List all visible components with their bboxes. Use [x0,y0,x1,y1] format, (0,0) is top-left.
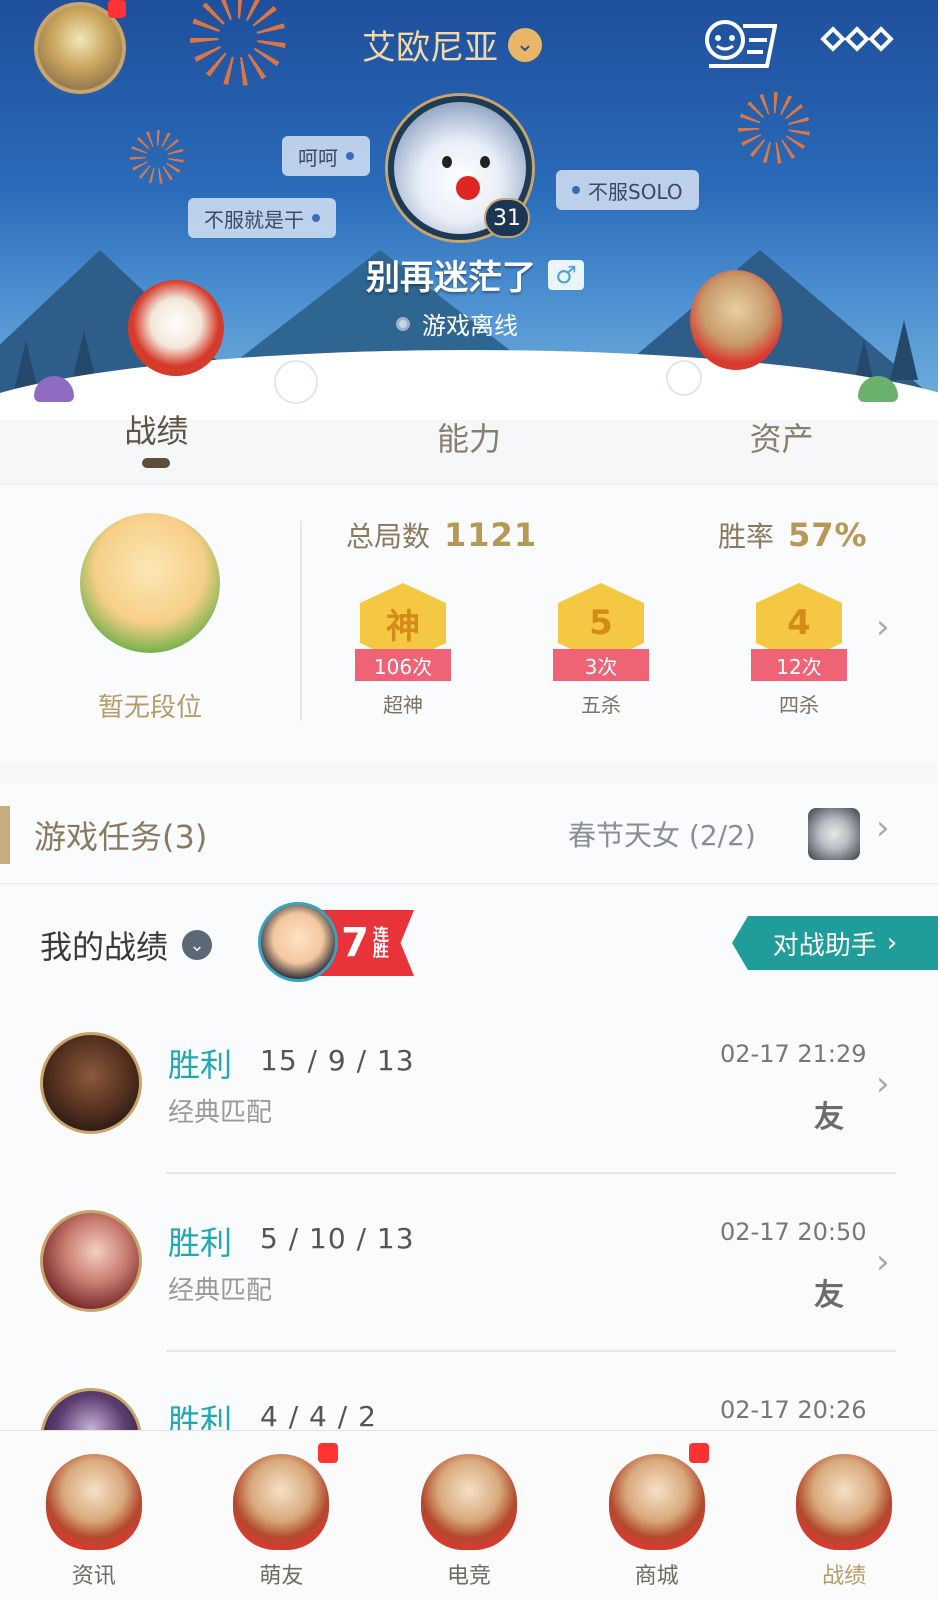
win-rate: 胜率 57% [718,516,868,554]
stats-card: 暂无段位 总局数 1121 胜率 57% 神 106次 超神 5 3次 五杀 4… [0,484,938,764]
quest-row[interactable]: 游戏任务(3) 春节天女 (2/2) › [0,784,938,884]
username: 别再迷茫了 ♂ [366,250,584,299]
bottom-nav: 资讯 萌友 电竞 商城 战绩 [0,1430,938,1600]
tab-ability[interactable]: 能力 [313,392,626,482]
badge-legendary: 神 106次 超神 [338,583,468,718]
champion-avatar [40,1388,142,1430]
online-status: 游戏离线 [396,306,518,341]
rank-emblem-icon [80,513,220,653]
badge-quadrakill: 4 12次 四杀 [734,583,864,718]
champion-face-icon [258,902,338,982]
server-selector[interactable]: 艾欧尼亚 ⌄ [362,20,542,69]
match-row[interactable]: 胜利 4 / 4 / 2 02-17 20:26 [0,1352,938,1430]
firework-decoration [130,130,184,184]
tab-assets[interactable]: 资产 [625,392,938,482]
tab-record[interactable]: 战绩 [0,392,313,482]
nav-friends[interactable]: 萌友 [188,1431,376,1600]
more-options-icon[interactable] [820,26,894,52]
nav-esports[interactable]: 电竞 [375,1431,563,1600]
nav-record[interactable]: 战绩 [750,1431,938,1600]
battle-assistant-button[interactable]: 对战助手 › [732,916,938,970]
pug-esports-icon [420,1454,517,1550]
tree-decoration [890,320,918,380]
chevron-right-icon: › [886,928,898,958]
champion-avatar [40,1210,142,1312]
chevron-right-icon: › [876,808,890,848]
rank-label: 暂无段位 [97,693,202,723]
rank-section[interactable]: 暂无段位 [60,513,240,724]
friend-badge: 友 [814,1278,844,1313]
divider [300,521,302,721]
chevron-down-icon: ⌄ [182,930,213,960]
win-streak-badge: 7 连胜 [258,900,418,982]
pug-news-icon [45,1454,142,1550]
gender-icon: ♂ [548,259,584,290]
tag-bubble-2[interactable]: 不服就是干 [188,198,336,238]
chevron-right-icon: › [876,1064,890,1104]
friend-badge: 友 [814,1100,844,1135]
pug-mascot [690,270,782,370]
nav-news[interactable]: 资讯 [0,1431,188,1600]
record-header: 我的战绩 ⌄ 7 连胜 对战助手 › [0,886,938,996]
pug-record-icon [796,1454,893,1550]
nav-store[interactable]: 商城 [563,1431,751,1600]
pug-store-icon [608,1454,705,1550]
badge-pentakill: 5 3次 五杀 [536,583,666,718]
match-row[interactable]: 胜利 5 / 10 / 13 经典匹配 02-17 20:50 友 › [0,1174,938,1352]
champion-avatar [40,1032,142,1134]
level-badge: 31 [484,198,530,238]
server-name: 艾欧尼亚 [362,28,498,68]
firework-decoration [190,0,286,86]
notification-dot [317,1443,338,1463]
chat-icon[interactable] [703,18,777,70]
record-title-dropdown[interactable]: 我的战绩 ⌄ [40,922,213,968]
chevron-right-icon: › [876,1242,890,1282]
notification-dot [688,1443,709,1463]
profile-tabs: 战绩 能力 资产 [0,392,938,482]
active-tab-indicator [142,458,171,468]
silver-ingot-icon [808,808,860,860]
lion-dance-mascot [128,280,224,376]
firework-decoration [738,92,810,164]
match-row[interactable]: 胜利 15 / 9 / 13 经典匹配 02-17 21:29 友 › [0,996,938,1174]
poro-decoration [668,362,700,394]
section-marker [0,806,10,864]
pug-friends-icon [233,1454,330,1550]
quest-event: 春节天女 (2/2) [568,819,756,852]
match-list: 胜利 15 / 9 / 13 经典匹配 02-17 21:29 友 › 胜利 5… [0,996,938,1430]
tag-bubble-3[interactable]: 不服SOLO [556,170,699,210]
notification-dot [108,0,126,18]
status-dot-icon [396,316,410,331]
chevron-down-icon: ⌄ [508,27,542,62]
tag-bubble-1[interactable]: 呵呵 [282,136,370,176]
user-avatar[interactable] [34,0,126,94]
chevron-right-icon[interactable]: › [876,607,890,647]
total-games: 总局数 1121 [346,516,538,554]
quest-title: 游戏任务(3) [34,818,208,856]
